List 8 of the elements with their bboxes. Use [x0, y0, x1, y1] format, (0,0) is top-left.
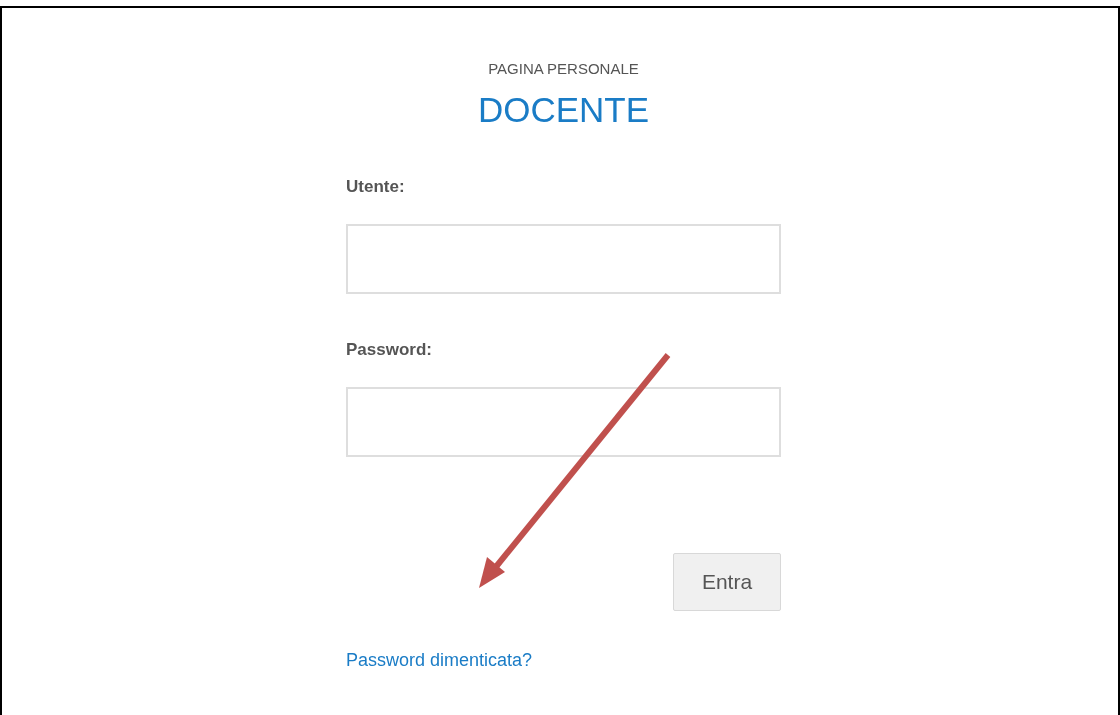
input-field[interactable]	[346, 224, 781, 294]
page-title: DOCENTE	[477, 90, 650, 130]
field-label: Password:	[346, 339, 433, 361]
submit-button[interactable]: Entra	[673, 553, 781, 611]
page-subtitle: PAGINA PERSONALE	[488, 59, 639, 79]
field-label: Utente:	[346, 176, 406, 198]
input-field[interactable]	[346, 387, 781, 457]
forgot-password-link[interactable]: Password dimenticata?	[346, 650, 533, 670]
